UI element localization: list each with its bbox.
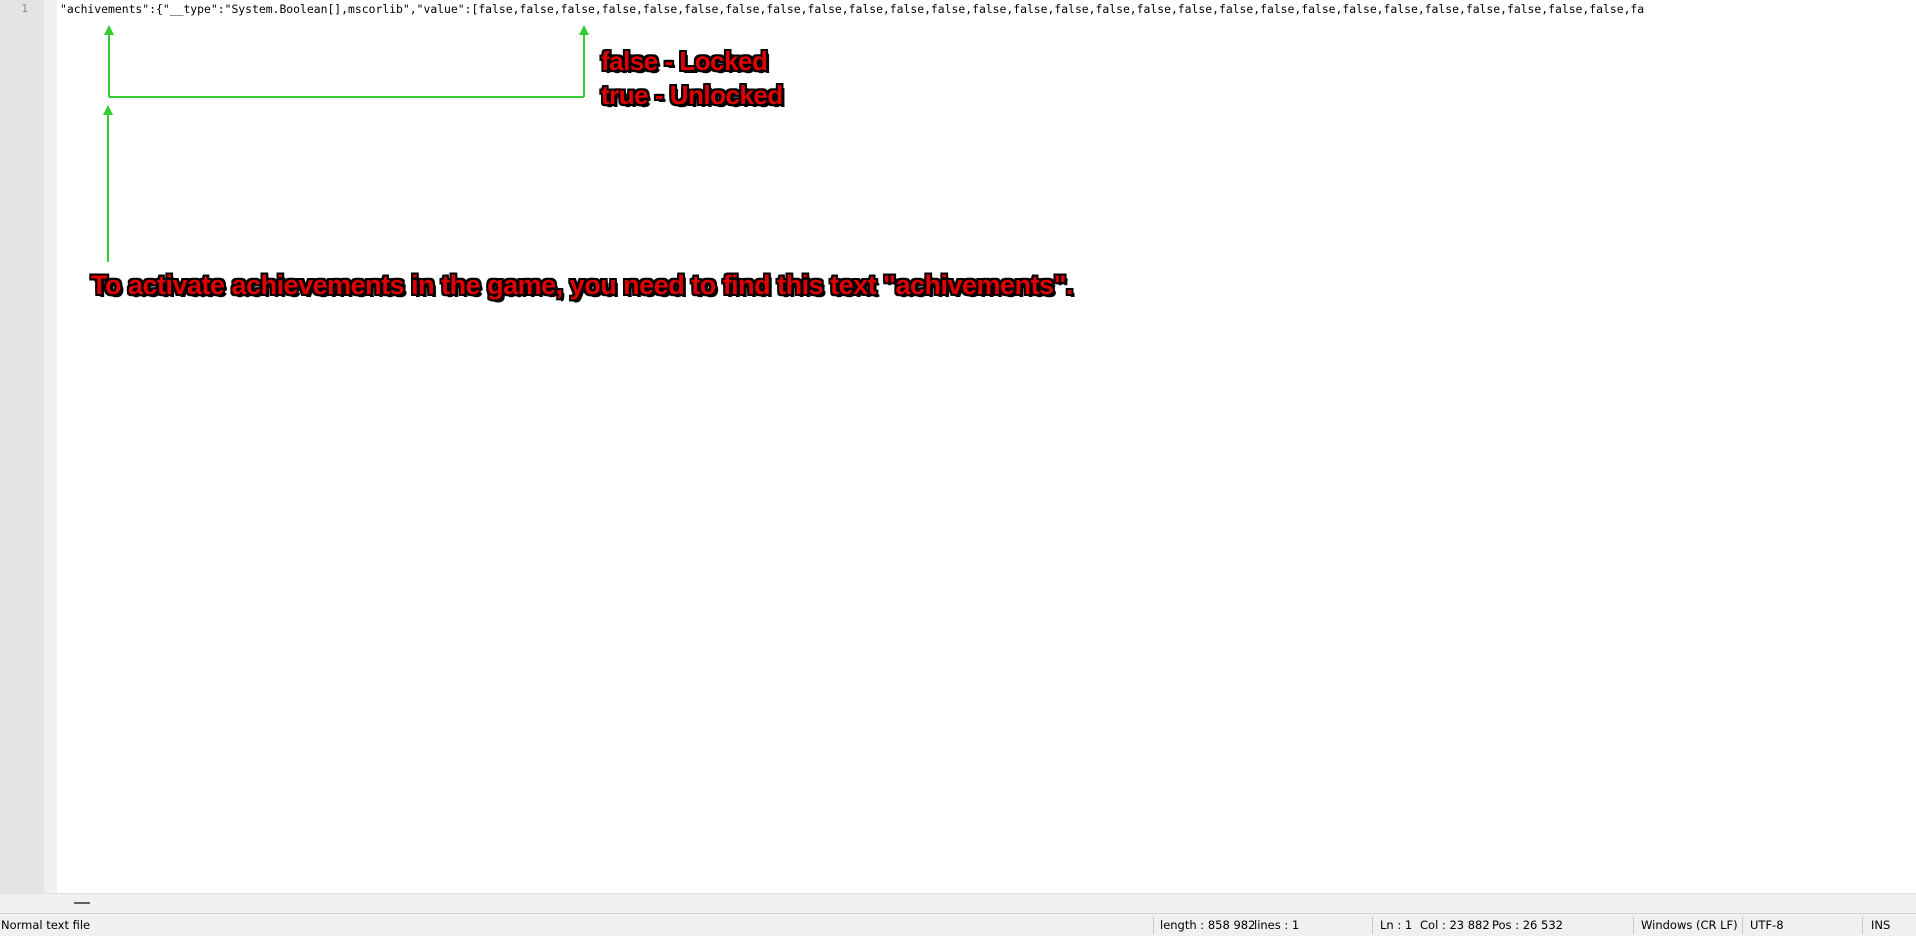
status-col: Col : 23 882: [1420, 918, 1490, 932]
status-lines: lines : 1: [1254, 918, 1300, 932]
status-divider: [1742, 917, 1743, 934]
arrow-bracket: [107, 32, 585, 262]
instruction-annotation: To activate achievements in the game, yo…: [91, 270, 1073, 300]
status-encoding[interactable]: UTF-8: [1750, 918, 1784, 932]
status-divider: [1372, 917, 1373, 934]
status-ln: Ln : 1: [1380, 918, 1413, 932]
scrollbar-thumb[interactable]: [74, 902, 90, 904]
lower-arrow-head: [103, 105, 113, 115]
horizontal-scrollbar[interactable]: [0, 893, 1916, 914]
status-pos: Pos : 26 532: [1492, 918, 1563, 932]
false-locked-label: false - Locked: [601, 46, 768, 76]
annotation-arrows: [103, 25, 589, 262]
status-divider: [1862, 917, 1863, 934]
arrow-heads: [103, 25, 589, 115]
right-arrow-head: [579, 25, 589, 35]
status-divider: [1153, 917, 1154, 934]
status-eol[interactable]: Windows (CR LF): [1641, 918, 1738, 932]
status-divider: [1633, 917, 1634, 934]
status-file-type: Normal text file: [1, 918, 91, 932]
status-length: length : 858 982: [1160, 918, 1256, 932]
left-arrow-head: [104, 25, 114, 35]
status-bar: Normal text file length : 858 982 lines …: [0, 913, 1916, 936]
true-unlocked-label: true - Unlocked: [601, 80, 783, 110]
status-insert-mode[interactable]: INS: [1871, 918, 1890, 932]
